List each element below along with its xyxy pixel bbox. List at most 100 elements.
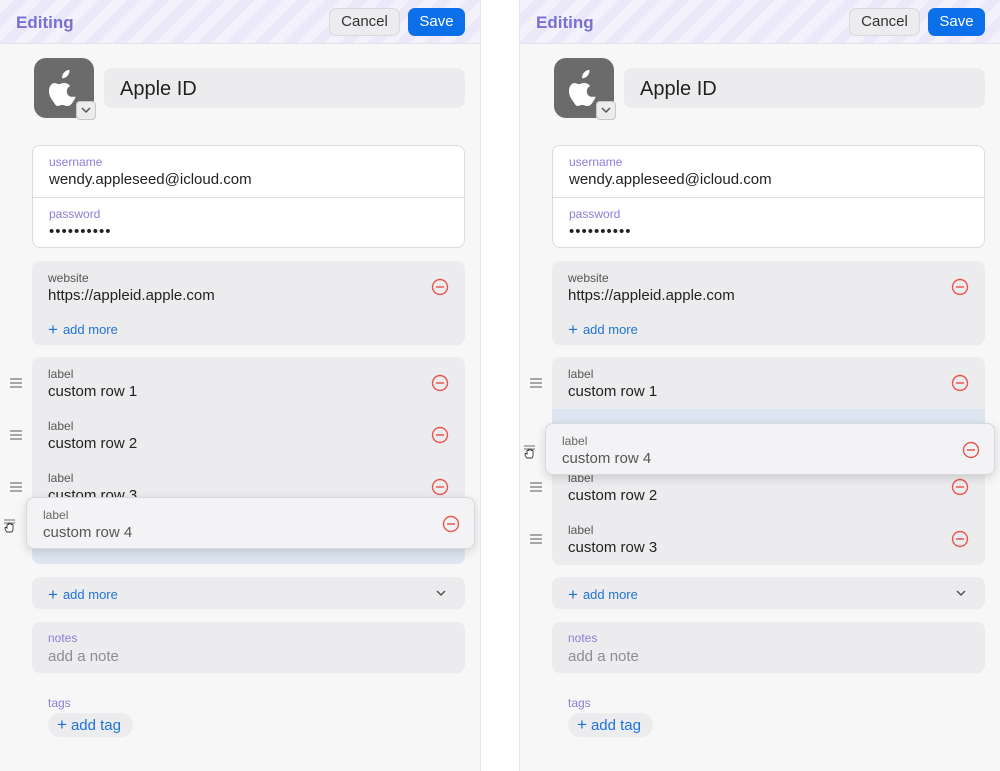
custom-row-3-label: label — [568, 523, 594, 537]
remove-row-4-icon[interactable] — [962, 441, 980, 459]
custom-rows-card: label custom row 1 — [552, 357, 985, 409]
grab-cursor-icon — [4, 519, 15, 533]
website-field[interactable]: https://appleid.apple.com — [568, 287, 735, 304]
custom-add-more-card: + add more — [552, 577, 985, 609]
username-label: username — [569, 155, 623, 169]
editor-panel-right: Editing Cancel Save Apple ID username we… — [519, 0, 1000, 771]
credentials-card: username wendy.appleseed@icloud.com pass… — [32, 145, 465, 248]
remove-row-2-icon[interactable] — [431, 426, 449, 444]
custom-row-2-value[interactable]: custom row 2 — [48, 435, 137, 452]
notes-card: notes add a note — [32, 622, 465, 673]
website-card: website https://appleid.apple.com + add m… — [552, 261, 985, 345]
password-label: password — [49, 207, 101, 221]
credentials-divider — [33, 197, 464, 198]
save-button[interactable]: Save — [408, 8, 465, 36]
drag-handle-icon[interactable] — [529, 378, 543, 388]
add-more-custom-button[interactable]: + add more — [568, 585, 638, 605]
password-field[interactable]: •••••••••• — [569, 223, 632, 240]
add-more-website-button[interactable]: + add more — [48, 320, 118, 340]
editor-header: Editing Cancel Save — [0, 0, 480, 44]
custom-row-4-value[interactable]: custom row 4 — [562, 450, 651, 467]
password-label: password — [569, 207, 621, 221]
add-more-website-button[interactable]: + add more — [568, 320, 638, 340]
editor-panel-left: Editing Cancel Save Apple ID username we… — [0, 0, 481, 771]
custom-add-more-card: + add more — [32, 577, 465, 609]
remove-row-4-icon[interactable] — [442, 515, 460, 533]
notes-label: notes — [48, 631, 78, 645]
add-tag-label: add tag — [590, 717, 641, 734]
credentials-card: username wendy.appleseed@icloud.com pass… — [552, 145, 985, 248]
custom-row-3-value[interactable]: custom row 3 — [568, 539, 657, 556]
custom-row-4-label: label — [43, 508, 69, 522]
username-field[interactable]: wendy.appleseed@icloud.com — [569, 171, 772, 188]
header-title: Editing — [16, 13, 74, 32]
custom-row-4-label: label — [562, 434, 588, 448]
notes-card: notes add a note — [552, 622, 985, 673]
password-field[interactable]: •••••••••• — [49, 223, 112, 240]
drag-handle-icon[interactable] — [9, 482, 23, 492]
header-title: Editing — [536, 13, 594, 32]
drag-handle-icon[interactable] — [529, 534, 543, 544]
save-button[interactable]: Save — [928, 8, 985, 36]
title-value: Apple ID — [640, 78, 717, 100]
add-tag-button[interactable]: + add tag — [48, 713, 133, 737]
dragged-row[interactable]: label custom row 4 — [26, 497, 475, 549]
tags-label: tags — [48, 696, 71, 710]
credentials-divider — [553, 197, 984, 198]
username-label: username — [49, 155, 103, 169]
chevron-down-icon — [81, 107, 91, 114]
chevron-down-icon[interactable] — [434, 588, 448, 598]
remove-row-3-icon[interactable] — [951, 530, 969, 548]
cancel-button[interactable]: Cancel — [849, 8, 920, 36]
plus-icon: + — [48, 585, 58, 604]
custom-rows-card-lower: label custom row 2 label custom row 3 — [552, 461, 985, 565]
custom-row-4-value[interactable]: custom row 4 — [43, 524, 132, 541]
tags-label: tags — [568, 696, 591, 710]
notes-field[interactable]: add a note — [48, 648, 119, 665]
website-label: website — [568, 271, 609, 285]
custom-row-1-label: label — [48, 367, 74, 381]
add-more-custom-button[interactable]: + add more — [48, 585, 118, 605]
website-card: website https://appleid.apple.com + add m… — [32, 261, 465, 345]
cancel-button[interactable]: Cancel — [329, 8, 400, 36]
remove-row-1-icon[interactable] — [951, 374, 969, 392]
custom-row-1-value[interactable]: custom row 1 — [48, 383, 137, 400]
add-more-label: add more — [62, 322, 118, 337]
remove-website-icon[interactable] — [951, 278, 969, 296]
plus-icon: + — [577, 715, 587, 734]
custom-row-2-label: label — [48, 419, 74, 433]
plus-icon: + — [568, 585, 578, 604]
plus-icon: + — [48, 320, 58, 339]
dragged-row[interactable]: label custom row 4 — [545, 423, 995, 475]
custom-rows-card: label custom row 1 label custom row 2 la… — [32, 357, 465, 512]
plus-icon: + — [568, 320, 578, 339]
custom-row-1-label: label — [568, 367, 594, 381]
add-more-label: add more — [582, 322, 638, 337]
remove-row-3-icon[interactable] — [431, 478, 449, 496]
add-tag-button[interactable]: + add tag — [568, 713, 653, 737]
chevron-down-icon[interactable] — [954, 588, 968, 598]
drag-handle-icon[interactable] — [9, 430, 23, 440]
add-more-label: add more — [582, 587, 638, 602]
remove-row-2-icon[interactable] — [951, 478, 969, 496]
icon-dropdown-button[interactable] — [596, 101, 616, 120]
title-value: Apple ID — [120, 78, 197, 100]
drag-handle-icon[interactable] — [9, 378, 23, 388]
chevron-down-icon — [601, 107, 611, 114]
notes-field[interactable]: add a note — [568, 648, 639, 665]
title-field[interactable]: Apple ID — [104, 68, 465, 108]
title-field[interactable]: Apple ID — [624, 68, 985, 108]
custom-row-2-value[interactable]: custom row 2 — [568, 487, 657, 504]
custom-row-1-value[interactable]: custom row 1 — [568, 383, 657, 400]
drag-handle-icon[interactable] — [529, 482, 543, 492]
add-tag-label: add tag — [70, 717, 121, 734]
remove-website-icon[interactable] — [431, 278, 449, 296]
notes-label: notes — [568, 631, 598, 645]
website-field[interactable]: https://appleid.apple.com — [48, 287, 215, 304]
website-label: website — [48, 271, 89, 285]
plus-icon: + — [57, 715, 67, 734]
icon-dropdown-button[interactable] — [76, 101, 96, 120]
username-field[interactable]: wendy.appleseed@icloud.com — [49, 171, 252, 188]
remove-row-1-icon[interactable] — [431, 374, 449, 392]
grab-cursor-icon — [524, 445, 535, 459]
